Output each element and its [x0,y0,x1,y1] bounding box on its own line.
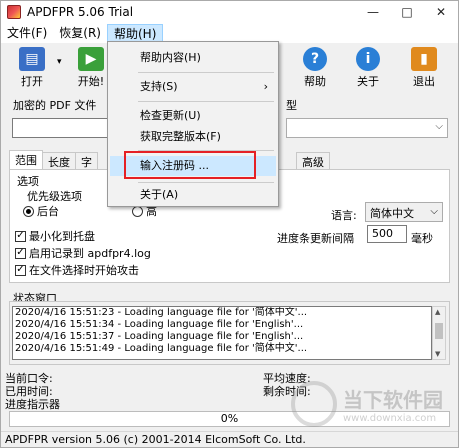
start-on-select-label: 在文件选择时开始攻击 [29,264,139,277]
radio-selected-icon [23,205,34,217]
progress-indicator-label: 进度指示器 [5,398,60,411]
scroll-thumb[interactable] [435,323,443,339]
log-line: 2020/4/16 15:51:34 - Loading language fi… [15,319,304,330]
status-log[interactable]: 2020/4/16 15:51:23 - Loading language fi… [12,306,432,360]
tab-length[interactable]: 长度 [42,152,76,170]
menu-about[interactable]: 关于(A) [110,185,276,205]
menu-file[interactable]: 文件(F) [1,24,53,42]
watermark: 当下软件园 www.downxia.com [291,379,459,429]
app-window: APDFPR 5.06 Trial — □ ✕ 文件(F) 恢复(R) 帮助(H… [0,0,459,448]
about-button[interactable]: i 关于 [348,47,388,89]
help-icon: ? [303,47,327,71]
checkmark-icon: ✓ [15,230,26,242]
interval-unit: 毫秒 [411,232,433,245]
log-line: 2020/4/16 15:51:49 - Loading language fi… [15,343,308,354]
language-select[interactable]: 简体中文 ⌵ [365,202,443,222]
open-dropdown-arrow-icon[interactable]: ▾ [57,57,62,67]
interval-input[interactable]: 500 [367,225,407,243]
menu-support-label: 支持(S) [140,80,178,93]
chevron-down-icon: ⌵ [430,206,438,217]
start-icon: ▶ [78,47,104,71]
priority-background-radio[interactable]: 后台 [23,203,59,219]
start-on-select-checkbox[interactable]: ✓ 在文件选择时开始攻击 [15,262,139,278]
enable-log-label: 启用记录到 apdfpr4.log [29,247,151,260]
log-line: 2020/4/16 15:51:23 - Loading language fi… [15,307,308,318]
menu-separator [138,72,274,73]
open-button[interactable]: ▤ 打开 [12,47,52,89]
help-label: 帮助 [304,75,326,88]
tab-range[interactable]: 范围 [9,150,43,170]
menu-bar: 文件(F) 恢复(R) 帮助(H) [1,23,458,43]
log-line: 2020/4/16 15:51:37 - Loading language fi… [15,331,304,342]
encrypted-pdf-label: 加密的 PDF 文件 [13,99,97,112]
exit-label: 退出 [413,75,435,88]
app-icon [7,5,21,19]
progress-label: 0% [220,412,239,425]
watermark-name: 当下软件园 [343,388,443,412]
minimize-tray-checkbox[interactable]: ✓ 最小化到托盘 [15,228,95,244]
start-button[interactable]: ▶ 开始! [71,47,111,89]
menu-get-full-version[interactable]: 获取完整版本(F) [110,127,276,147]
help-button[interactable]: ? 帮助 [295,47,335,89]
menu-separator [138,101,274,102]
language-value: 简体中文 [370,207,414,220]
menu-support[interactable]: 支持(S) › [110,77,276,97]
title-bar: APDFPR 5.06 Trial — □ ✕ [1,1,458,23]
maximize-button[interactable]: □ [390,1,424,23]
chevron-right-icon: › [263,80,268,93]
priority-label: 优先级选项 [27,190,82,203]
options-group-label: 选项 [15,173,41,189]
help-menu-dropdown: 帮助内容(H) 支持(S) › 检查更新(U) 获取完整版本(F) 输入注册码 … [107,41,279,207]
info-icon: i [356,47,380,71]
tab-advanced[interactable]: 高级 [296,152,330,170]
status-bar: APDFPR version 5.06 (c) 2001-2014 ElcomS… [1,431,458,447]
log-scrollbar[interactable]: ▲ ▼ [432,306,446,360]
menu-help[interactable]: 帮助(H) [106,24,164,42]
exit-door-icon: ▮ [411,47,437,71]
registration-highlight-box [124,151,256,179]
tab-dictionary[interactable]: 字 [75,152,98,170]
menu-separator [138,182,274,183]
open-folder-icon: ▤ [19,47,45,71]
tab-strip: 范围 长度 字 [9,150,98,170]
interval-label: 进度条更新间隔 [277,232,354,245]
language-label: 语言: [331,209,357,222]
enable-log-checkbox[interactable]: ✓ 启用记录到 apdfpr4.log [15,245,151,261]
minimize-button[interactable]: — [356,1,390,23]
radio-empty-icon [132,205,143,217]
chevron-down-icon: ⌵ [435,121,443,132]
watermark-url: www.downxia.com [343,413,437,424]
priority-background-label: 后台 [37,205,59,218]
scroll-up-icon[interactable]: ▲ [435,308,440,316]
watermark-logo-icon [291,381,337,427]
close-button[interactable]: ✕ [424,1,458,23]
menu-help-contents[interactable]: 帮助内容(H) [110,48,276,68]
start-label: 开始! [77,75,105,88]
pdf-file-input[interactable] [12,118,122,138]
checkmark-icon: ✓ [15,264,26,276]
attack-type-select[interactable]: ⌵ [286,118,448,138]
menu-recovery[interactable]: 恢复(R) [53,24,107,42]
attack-type-label: 型 [286,99,297,112]
about-label: 关于 [357,75,379,88]
checkmark-icon: ✓ [15,247,26,259]
menu-check-updates[interactable]: 检查更新(U) [110,106,276,126]
scroll-down-icon[interactable]: ▼ [435,350,440,358]
open-label: 打开 [21,75,43,88]
minimize-tray-label: 最小化到托盘 [29,230,95,243]
window-title: APDFPR 5.06 Trial [27,5,134,19]
exit-button[interactable]: ▮ 退出 [404,47,444,89]
